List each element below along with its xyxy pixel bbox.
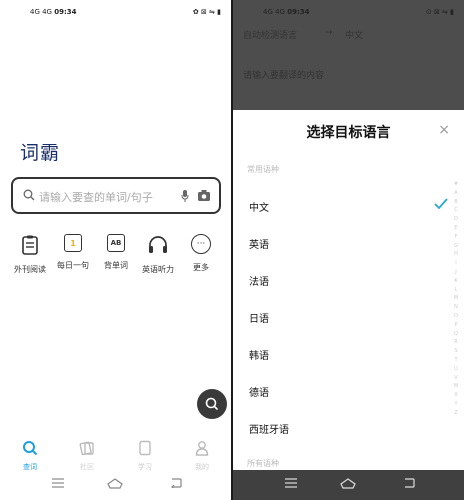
feature-label: 每日一句 bbox=[57, 261, 89, 270]
alphabet-index-letter[interactable]: M bbox=[452, 294, 460, 303]
source-language-button[interactable]: 自动检测语言 bbox=[243, 28, 297, 41]
alphabet-index-letter[interactable]: N bbox=[452, 303, 460, 312]
alphabet-index-letter[interactable]: W bbox=[452, 382, 460, 391]
clock: 09:34 bbox=[287, 8, 310, 16]
back-icon[interactable] bbox=[403, 478, 415, 488]
alphabet-index-letter[interactable]: S bbox=[452, 347, 460, 356]
camera-icon[interactable] bbox=[198, 190, 210, 201]
menu-icon[interactable] bbox=[285, 478, 297, 488]
ab-card-icon: AB bbox=[107, 234, 125, 252]
sheet-title: 选择目标语言 bbox=[306, 125, 391, 141]
alphabet-index-letter[interactable]: R bbox=[452, 338, 460, 347]
feature-daily-sentence[interactable]: 1 每日一句 bbox=[51, 234, 95, 271]
search-placeholder: 请输入要查的单词/句子 bbox=[39, 191, 153, 204]
search-icon bbox=[23, 189, 35, 201]
language-option-spanish[interactable]: 西班牙语 bbox=[249, 421, 289, 436]
alphabet-index-letter[interactable]: Y bbox=[452, 400, 460, 409]
headphones-icon bbox=[147, 234, 169, 256]
close-icon[interactable]: × bbox=[438, 122, 450, 138]
search-icon bbox=[23, 441, 38, 456]
checkmark-icon bbox=[434, 198, 448, 209]
alphabet-index-letter[interactable]: J bbox=[452, 268, 460, 277]
feature-vocabulary[interactable]: AB 背单词 bbox=[94, 234, 138, 271]
alphabet-index-scrubber[interactable]: # A B C D E F G H I J K L M N O P Q R S T U V W X Y Z bbox=[452, 180, 460, 418]
tab-profile[interactable]: 我的 bbox=[187, 440, 217, 472]
system-navigation-bar bbox=[0, 470, 231, 500]
language-option-chinese[interactable]: 中文 bbox=[249, 199, 269, 214]
alphabet-index-letter[interactable]: Z bbox=[452, 409, 460, 418]
alphabet-index-letter[interactable]: V bbox=[452, 374, 460, 383]
language-option-english[interactable]: 英语 bbox=[249, 236, 269, 251]
menu-icon[interactable] bbox=[52, 478, 64, 488]
calendar-one-icon: 1 bbox=[64, 234, 82, 252]
alphabet-index-letter[interactable]: B bbox=[452, 198, 460, 207]
alphabet-index-letter[interactable]: # bbox=[452, 180, 460, 189]
alphabet-index-letter[interactable]: F bbox=[452, 233, 460, 242]
status-bar: 4G 4G 09:34 ⊙ ⊠ ⇋ ▮ bbox=[233, 0, 464, 24]
language-option-japanese[interactable]: 日语 bbox=[249, 310, 269, 325]
feature-shortcuts: 外刊阅读 1 每日一句 AB 背单词 英语听力 ··· 更多 bbox=[0, 234, 231, 284]
bottom-tab-bar: 查词 社区 学习 我的 bbox=[0, 440, 231, 472]
feature-foreign-reading[interactable]: 外刊阅读 bbox=[8, 234, 52, 275]
search-icon bbox=[205, 397, 219, 411]
alphabet-index-letter[interactable]: O bbox=[452, 312, 460, 321]
alphabet-index-letter[interactable]: L bbox=[452, 286, 460, 295]
translation-input-hint[interactable]: 请输入要翻译的内容 bbox=[243, 68, 324, 81]
dimmed-background: 4G 4G 09:34 ⊙ ⊠ ⇋ ▮ 自动检测语言 → 中文 请输入要翻译的内… bbox=[233, 0, 464, 110]
system-navigation-bar bbox=[233, 470, 464, 500]
alphabet-index-letter[interactable]: T bbox=[452, 356, 460, 365]
status-indicators: ✿ ⊠ ⇋ ▮ bbox=[192, 8, 221, 16]
alphabet-index-letter[interactable]: X bbox=[452, 391, 460, 400]
language-option-french[interactable]: 法语 bbox=[249, 273, 269, 288]
alphabet-index-letter[interactable]: E bbox=[452, 224, 460, 233]
all-languages-header: 所有语种 bbox=[247, 459, 279, 468]
feature-listening[interactable]: 英语听力 bbox=[136, 234, 180, 275]
status-bar: 4G 4G 09:34 ✿ ⊠ ⇋ ▮ bbox=[0, 0, 231, 24]
language-picker-screen: 4G 4G 09:34 ⊙ ⊠ ⇋ ▮ 自动检测语言 → 中文 请输入要翻译的内… bbox=[233, 0, 464, 500]
microphone-icon[interactable] bbox=[181, 190, 189, 202]
clock: 09:34 bbox=[54, 8, 77, 16]
back-icon[interactable] bbox=[170, 478, 182, 488]
signal-indicator: 4G 4G bbox=[30, 8, 52, 16]
alphabet-index-letter[interactable]: G bbox=[452, 242, 460, 251]
search-box[interactable]: 请输入要查的单词/句子 bbox=[11, 177, 221, 214]
app-logo: 词霸 bbox=[20, 142, 61, 164]
home-icon[interactable] bbox=[107, 478, 123, 489]
language-select-sheet: 选择目标语言 × 常用语种 中文 英语 法语 日语 韩语 德语 西班牙语 所有语… bbox=[233, 110, 464, 470]
alphabet-index-letter[interactable]: A bbox=[452, 189, 460, 198]
tab-study[interactable]: 学习 bbox=[130, 440, 160, 472]
clipboard-icon bbox=[19, 234, 41, 256]
feature-label: 英语听力 bbox=[142, 265, 174, 274]
language-option-german[interactable]: 德语 bbox=[249, 384, 269, 399]
alphabet-index-letter[interactable]: U bbox=[452, 365, 460, 374]
home-icon[interactable] bbox=[340, 478, 356, 489]
user-icon bbox=[195, 441, 209, 456]
common-languages-header: 常用语种 bbox=[247, 165, 279, 174]
alphabet-index-letter[interactable]: P bbox=[452, 321, 460, 330]
floating-search-button[interactable] bbox=[197, 389, 227, 419]
alphabet-index-letter[interactable]: Q bbox=[452, 330, 460, 339]
language-option-korean[interactable]: 韩语 bbox=[249, 347, 269, 362]
feature-label: 背单词 bbox=[104, 261, 128, 270]
dictionary-home-screen: 4G 4G 09:34 ✿ ⊠ ⇋ ▮ 词霸 请输入要查的单词/句子 外刊阅读 … bbox=[0, 0, 231, 500]
swap-arrow[interactable]: → bbox=[325, 28, 333, 38]
feature-label: 更多 bbox=[193, 263, 209, 272]
signal-indicator: 4G 4G bbox=[263, 8, 285, 16]
feature-label: 外刊阅读 bbox=[14, 265, 46, 274]
target-language-button[interactable]: 中文 bbox=[345, 28, 363, 41]
book-icon bbox=[139, 440, 151, 456]
tab-lookup[interactable]: 查词 bbox=[15, 440, 45, 472]
status-indicators: ⊙ ⊠ ⇋ ▮ bbox=[425, 8, 454, 16]
alphabet-index-letter[interactable]: D bbox=[452, 215, 460, 224]
feature-more[interactable]: ··· 更多 bbox=[179, 234, 223, 273]
alphabet-index-letter[interactable]: I bbox=[452, 259, 460, 268]
alphabet-index-letter[interactable]: H bbox=[452, 250, 460, 259]
cards-icon bbox=[79, 441, 94, 456]
alphabet-index-letter[interactable]: C bbox=[452, 206, 460, 215]
tab-community[interactable]: 社区 bbox=[72, 440, 102, 472]
alphabet-index-letter[interactable]: K bbox=[452, 277, 460, 286]
more-dots-icon: ··· bbox=[191, 234, 211, 254]
